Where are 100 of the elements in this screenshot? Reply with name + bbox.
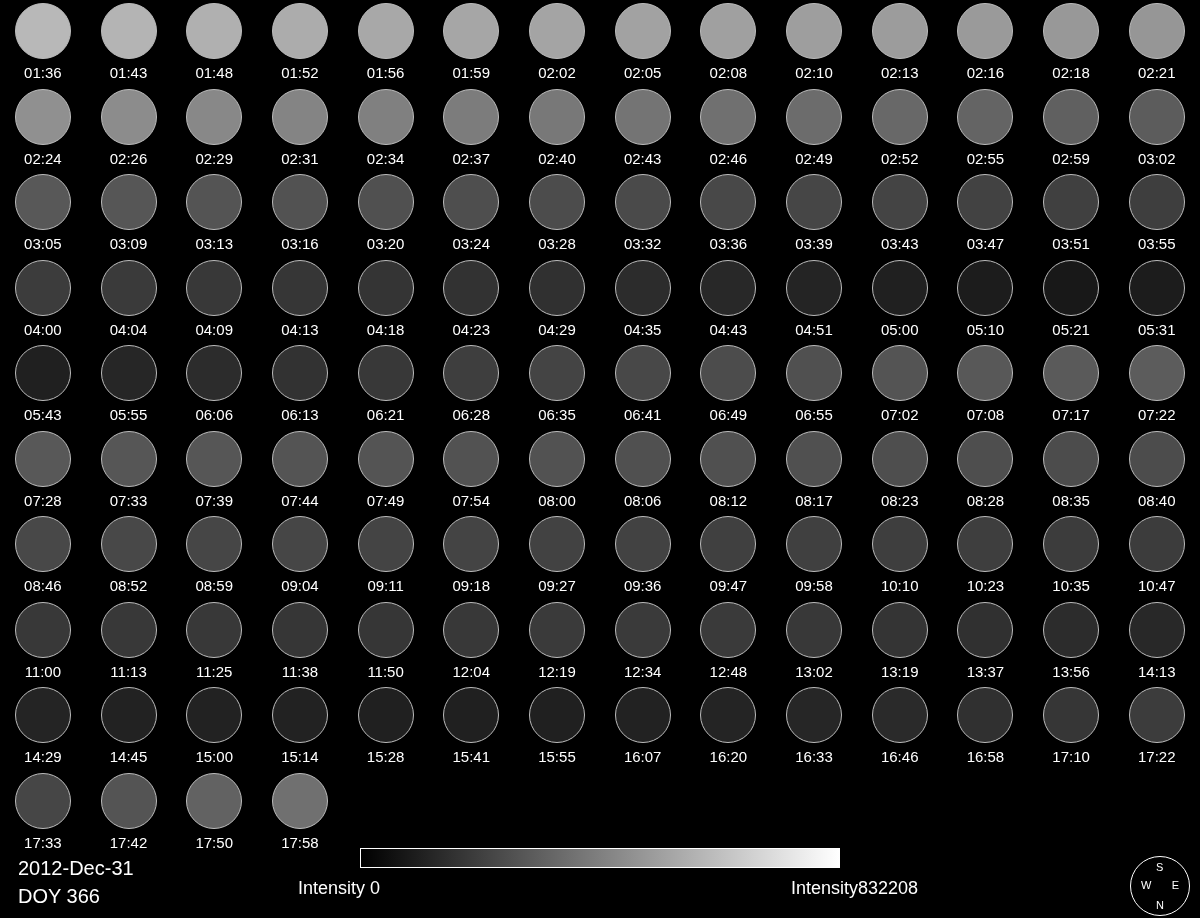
time-label: 11:38 xyxy=(281,662,319,681)
time-label: 04:35 xyxy=(623,320,662,339)
time-label: 04:18 xyxy=(366,320,405,339)
time-label: 08:12 xyxy=(709,491,748,510)
time-label: 08:06 xyxy=(623,491,662,510)
time-label: 01:43 xyxy=(109,64,148,82)
time-label: 06:41 xyxy=(623,406,662,424)
time-label: 09:27 xyxy=(538,577,576,595)
time-label: 08:28 xyxy=(966,491,1005,510)
time-label: 13:37 xyxy=(966,662,1005,681)
time-label: 02:59 xyxy=(1052,149,1090,168)
time-label: 08:00 xyxy=(538,491,576,510)
time-label: 15:14 xyxy=(281,748,319,766)
time-label: 17:58 xyxy=(281,833,319,852)
time-label: 02:10 xyxy=(795,64,833,82)
time-label: 02:02 xyxy=(538,64,576,82)
time-label: 15:28 xyxy=(366,748,405,766)
time-label: 09:04 xyxy=(281,577,319,595)
time-label: 02:24 xyxy=(24,149,62,168)
time-label: 01:52 xyxy=(281,64,319,82)
time-label: 07:33 xyxy=(109,491,148,510)
time-label: 02:37 xyxy=(452,149,491,168)
time-label: 11:25 xyxy=(196,662,233,681)
time-label: 08:35 xyxy=(1052,491,1090,510)
time-label: 03:36 xyxy=(709,235,748,253)
time-label: 12:19 xyxy=(538,662,576,681)
time-label: 03:16 xyxy=(281,235,319,253)
time-label: 03:39 xyxy=(795,235,833,253)
time-label: 05:31 xyxy=(1138,320,1176,339)
time-label: 07:08 xyxy=(966,406,1005,424)
time-label: 03:47 xyxy=(966,235,1005,253)
time-label: 06:49 xyxy=(709,406,748,424)
time-label: 03:24 xyxy=(452,235,491,253)
time-label: 12:34 xyxy=(623,662,662,681)
time-label: 16:58 xyxy=(966,748,1005,766)
time-label: 05:43 xyxy=(24,406,62,424)
time-label: 09:47 xyxy=(709,577,748,595)
doy-label: DOY 366 xyxy=(18,884,101,909)
time-label: 15:00 xyxy=(195,748,233,766)
time-label: 05:10 xyxy=(966,320,1005,339)
time-label: 10:23 xyxy=(966,577,1005,595)
time-label: 03:02 xyxy=(1138,149,1176,168)
time-label: 02:08 xyxy=(709,64,748,82)
time-label: 02:49 xyxy=(795,149,833,168)
time-label: 17:10 xyxy=(1052,748,1090,766)
time-label: 02:18 xyxy=(1052,64,1090,82)
time-label: 17:50 xyxy=(195,833,233,852)
time-label: 04:23 xyxy=(452,320,491,339)
time-label: 03:20 xyxy=(366,235,405,253)
time-label: 17:22 xyxy=(1138,748,1176,766)
time-label: 14:29 xyxy=(24,748,62,766)
time-label: 07:54 xyxy=(452,491,491,510)
time-label: 07:17 xyxy=(1052,406,1090,424)
date-label: 2012-Dec-31 xyxy=(18,856,135,881)
time-label: 05:21 xyxy=(1052,320,1090,339)
time-label: 02:05 xyxy=(623,64,662,82)
time-label: 06:13 xyxy=(281,406,319,424)
time-label: 03:51 xyxy=(1052,235,1090,253)
time-label: 11:50 xyxy=(367,662,404,681)
time-label: 12:48 xyxy=(709,662,748,681)
time-label: 13:19 xyxy=(880,662,919,681)
time-label: 16:33 xyxy=(795,748,833,766)
min-intensity-label: Intensity 0 xyxy=(298,878,381,899)
time-label: 08:59 xyxy=(195,577,233,595)
time-label: 01:59 xyxy=(452,64,491,82)
time-label: 02:16 xyxy=(966,64,1005,82)
time-label: 09:18 xyxy=(452,577,491,595)
time-label: 04:43 xyxy=(709,320,748,339)
max-intensity-label: Intensity832208 xyxy=(790,878,918,899)
time-label: 04:51 xyxy=(795,320,833,339)
time-label: 08:46 xyxy=(24,577,62,595)
time-label: 08:23 xyxy=(880,491,919,510)
time-label: 03:28 xyxy=(538,235,576,253)
time-label: 03:13 xyxy=(195,235,233,253)
time-label: 01:36 xyxy=(24,64,62,82)
time-label: 03:09 xyxy=(109,235,148,253)
time-label: 09:58 xyxy=(795,577,833,595)
time-label: 08:17 xyxy=(795,491,833,510)
time-label: 17:42 xyxy=(109,833,148,852)
time-label: 07:39 xyxy=(195,491,233,510)
time-label: 15:41 xyxy=(452,748,491,766)
time-label: 02:21 xyxy=(1138,64,1176,82)
time-label: 03:05 xyxy=(24,235,62,253)
time-label: 03:43 xyxy=(880,235,919,253)
time-label: 11:00 xyxy=(24,662,62,681)
time-label: 01:56 xyxy=(366,64,405,82)
time-label: 02:40 xyxy=(538,149,576,168)
time-label: 05:55 xyxy=(109,406,148,424)
time-label: 08:52 xyxy=(109,577,148,595)
time-label: 07:49 xyxy=(366,491,405,510)
time-label: 02:31 xyxy=(281,149,319,168)
time-label: 02:43 xyxy=(623,149,662,168)
time-label: 05:00 xyxy=(880,320,919,339)
time-label: 02:29 xyxy=(195,149,233,168)
time-label: 07:44 xyxy=(281,491,319,510)
time-label: 09:36 xyxy=(623,577,662,595)
time-label: 15:55 xyxy=(538,748,576,766)
time-label: 02:26 xyxy=(109,149,148,168)
time-label: 03:55 xyxy=(1138,235,1176,253)
time-label: 16:20 xyxy=(709,748,748,766)
